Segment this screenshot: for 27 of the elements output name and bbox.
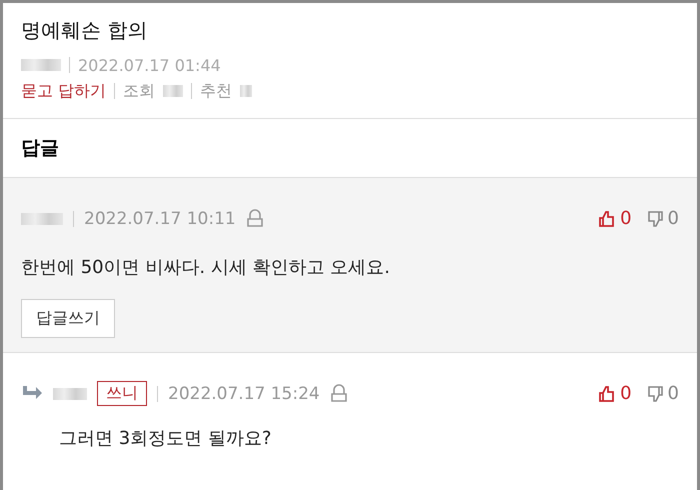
thumbs-down-icon[interactable] [646,384,664,402]
post-date: 2022.07.17 01:44 [78,56,221,74]
comment-text: 한번에 50이면 비싸다. 시세 확인하고 오세요. [21,256,391,279]
blurred-name [53,388,87,400]
reply-button[interactable]: 답글쓰기 [21,299,115,338]
blurred-name [163,85,184,97]
thumbs-down-icon[interactable] [646,210,664,228]
blurred-name [21,59,61,71]
reply-text: 그러면 3회정도면 될까요? [59,427,272,450]
category-link[interactable]: 묻고 답하기 [21,80,106,102]
post-title: 명예훼손 합의 [21,17,148,44]
like-count: 0 [620,208,632,229]
views-label: 조회 [123,80,156,102]
thumbs-up-icon[interactable] [598,210,616,228]
lock-icon [246,208,264,228]
dislike-count: 0 [668,208,679,229]
thumbs-up-icon[interactable] [598,384,616,402]
replies-heading: 답글 [21,137,59,159]
recommend-label: 추천 [200,80,232,102]
comment-date: 2022.07.17 15:24 [168,384,320,404]
dislike-count: 0 [668,383,679,404]
author-badge: 쓰니 [97,381,147,406]
blurred-name [21,212,63,224]
lock-icon [330,384,348,404]
like-count: 0 [620,383,632,404]
blurred-name [240,85,252,97]
comment-date: 2022.07.17 10:11 [84,208,236,228]
